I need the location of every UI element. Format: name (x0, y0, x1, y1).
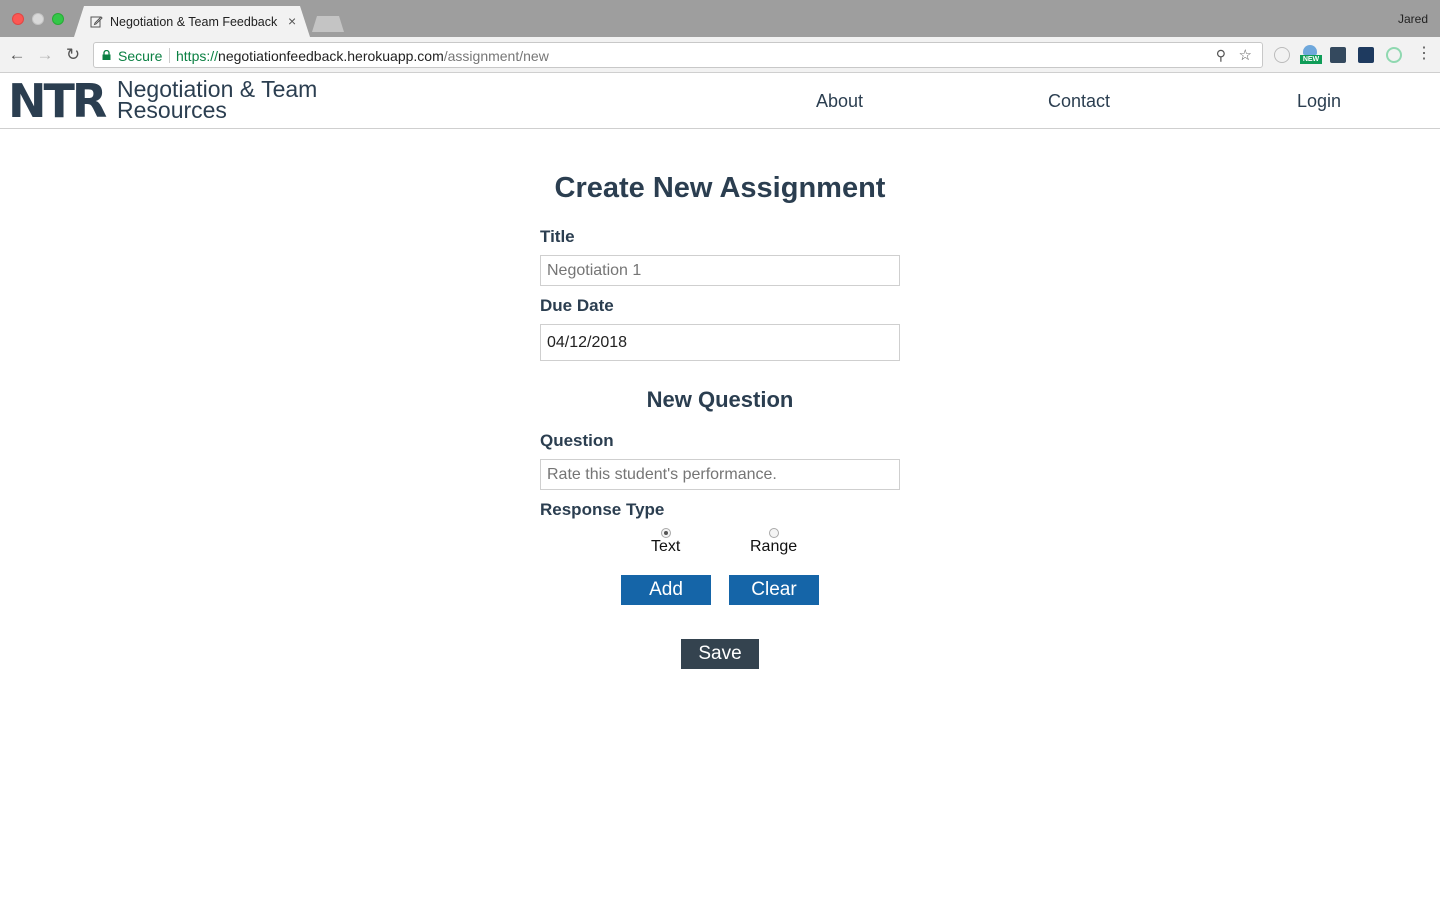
secure-label: Secure (118, 48, 163, 64)
menu-icon[interactable]: ⋮ (1416, 46, 1432, 62)
address-separator (169, 48, 170, 63)
cloud-shape (1303, 45, 1317, 55)
response-text-radio[interactable] (661, 528, 671, 538)
title-input[interactable] (540, 255, 900, 286)
extension-ring-icon[interactable] (1386, 47, 1402, 63)
logo-mark[interactable]: NTR (8, 76, 107, 126)
response-range-label[interactable]: Range (750, 538, 797, 556)
url-text[interactable]: https://negotiationfeedback.herokuapp.co… (176, 48, 549, 64)
url-scheme: https:// (176, 48, 219, 64)
nav-login-link[interactable]: Login (1297, 91, 1341, 112)
zoom-icon[interactable]: ⚲ (1216, 47, 1226, 64)
browser-tab-strip: Negotiation & Team Feedback × Jared (0, 0, 1440, 37)
response-range-radio[interactable] (769, 528, 779, 538)
response-type-label: Response Type (540, 500, 665, 519)
page-title: Create New Assignment (554, 172, 886, 204)
title-label: Title (540, 227, 575, 246)
react-devtools-icon[interactable] (1358, 47, 1374, 63)
site-header: NTR Negotiation & Team Resources About C… (0, 74, 1440, 129)
address-bar[interactable]: Secure https://negotiationfeedback.herok… (93, 42, 1263, 68)
nav-contact-link[interactable]: Contact (1048, 91, 1110, 112)
logo-wordmark[interactable]: Negotiation & Team Resources (117, 78, 317, 123)
response-text-label[interactable]: Text (651, 538, 680, 556)
close-tab-icon[interactable]: × (288, 13, 296, 29)
new-question-heading: New Question (646, 387, 794, 412)
extension-circle-icon[interactable] (1274, 47, 1290, 63)
url-host: negotiationfeedback.herokuapp.com (218, 48, 444, 64)
forward-arrow-icon[interactable]: → (35, 45, 55, 65)
new-badge: NEW (1300, 55, 1322, 64)
new-tab-button[interactable] (312, 16, 344, 32)
reload-icon[interactable]: ↻ (63, 45, 83, 65)
edit-page-icon (90, 16, 103, 28)
star-icon[interactable]: ☆ (1239, 46, 1252, 64)
nav-about-link[interactable]: About (816, 91, 863, 112)
url-path: /assignment/new (443, 48, 549, 64)
due-date-input[interactable] (540, 324, 900, 361)
window-close-button[interactable] (12, 13, 24, 25)
clear-question-button[interactable]: Clear (729, 575, 819, 605)
extension-dots-icon[interactable] (1330, 47, 1346, 63)
window-minimize-button[interactable] (32, 13, 44, 25)
browser-tab[interactable]: Negotiation & Team Feedback × (74, 6, 310, 37)
browser-toolbar: ← → ↻ Secure https://negotiationfeedback… (0, 37, 1440, 73)
save-assignment-button[interactable]: Save (681, 639, 759, 669)
question-label: Question (540, 431, 614, 450)
extension-cloud-new-icon[interactable]: NEW (1300, 45, 1322, 65)
tab-title: Negotiation & Team Feedback (110, 15, 278, 29)
window-maximize-button[interactable] (52, 13, 64, 25)
due-date-label: Due Date (540, 296, 614, 315)
question-input[interactable] (540, 459, 900, 490)
add-question-button[interactable]: Add (621, 575, 711, 605)
lock-icon (102, 50, 111, 60)
logo-line-2: Resources (117, 97, 227, 123)
back-arrow-icon[interactable]: ← (7, 45, 27, 65)
profile-name[interactable]: Jared (1398, 12, 1428, 26)
